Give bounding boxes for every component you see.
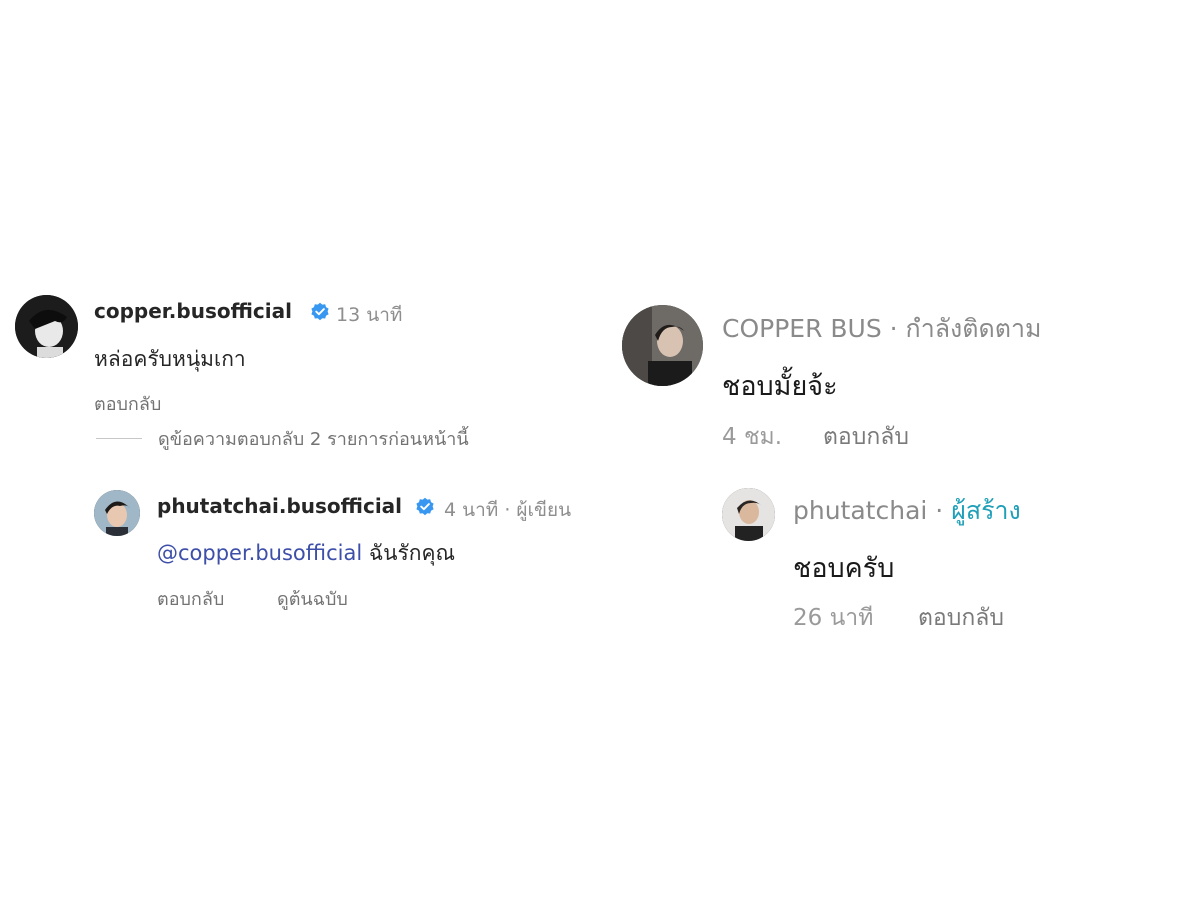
creator-badge: ผู้สร้าง xyxy=(951,496,1021,525)
comment-timestamp: 4 ชม. xyxy=(722,424,783,450)
see-original-button[interactable]: ดูต้นฉบับ xyxy=(277,584,348,613)
profile-photo-icon xyxy=(94,490,140,536)
following-status: · กำลังติดตาม xyxy=(881,314,1042,343)
reply-timestamp: 4 นาที · ผู้เขียน xyxy=(444,499,572,521)
avatar[interactable] xyxy=(622,305,703,386)
author-name[interactable]: COPPER BUS xyxy=(722,314,882,343)
avatar[interactable] xyxy=(722,488,775,541)
reply-button[interactable]: ตอบกลับ xyxy=(94,389,161,418)
reply-button[interactable]: ตอบกลับ xyxy=(157,584,224,613)
profile-photo-icon xyxy=(622,305,703,386)
mention-link[interactable]: @copper.busofficial xyxy=(157,541,362,565)
reply-button[interactable]: ตอบกลับ xyxy=(918,600,1004,636)
name-separator: · xyxy=(927,496,952,525)
reply-text: ชอบครับ xyxy=(793,553,895,584)
verified-badge-icon xyxy=(310,302,330,322)
view-previous-replies-label: ดูข้อความตอบกลับ 2 รายการก่อนหน้านี้ xyxy=(158,428,469,450)
divider xyxy=(96,437,142,439)
reply-text: @copper.busofficial ฉันรักคุณ xyxy=(157,537,455,570)
profile-photo-icon xyxy=(15,295,78,358)
reply-timestamp: 26 นาที xyxy=(793,605,874,631)
reply-author: phutatchai · ผู้สร้าง xyxy=(793,491,1021,531)
reply-message: ฉันรักคุณ xyxy=(362,541,456,565)
view-previous-replies-button[interactable]: ดูข้อความตอบกลับ 2 รายการก่อนหน้านี้ xyxy=(96,425,469,451)
reply-button[interactable]: ตอบกลับ xyxy=(823,419,909,455)
author-name[interactable]: phutatchai xyxy=(793,496,927,525)
verified-badge-icon xyxy=(415,497,435,517)
profile-photo-icon xyxy=(722,488,775,541)
comment-timestamp: 13 นาที xyxy=(336,304,403,326)
avatar[interactable] xyxy=(15,295,78,358)
comment-author: COPPER BUS · กำลังติดตาม xyxy=(722,309,1041,349)
comment-text: ชอบมั้ยจ้ะ xyxy=(722,371,838,402)
comment-text: หล่อครับหนุ่มเกา xyxy=(94,347,246,371)
comment-username[interactable]: copper.busofficial xyxy=(94,299,292,323)
reply-username[interactable]: phutatchai.busofficial xyxy=(157,494,402,518)
avatar[interactable] xyxy=(94,490,140,536)
instagram-comment-thread: copper.busofficial 13 นาที หล่อครับหนุ่ม… xyxy=(0,0,600,900)
